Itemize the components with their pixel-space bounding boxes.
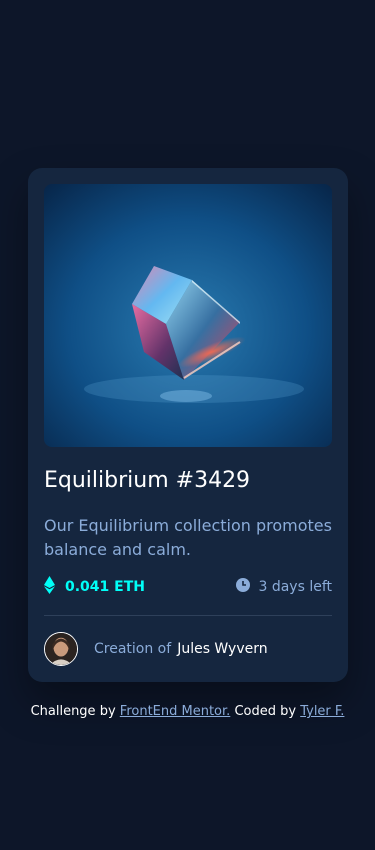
creator-label: Creation of: [94, 641, 172, 657]
frontend-mentor-link[interactable]: FrontEnd Mentor.: [120, 704, 231, 719]
attribution-prefix: Challenge by: [30, 704, 116, 719]
creator-name-link[interactable]: Jules Wyvern: [177, 641, 267, 657]
nft-image[interactable]: [44, 184, 332, 447]
ethereum-icon: [44, 576, 55, 598]
avatar: [44, 632, 78, 666]
nft-description: Our Equilibrium collection promotes bala…: [44, 516, 332, 559]
time-info: 3 days left: [236, 578, 332, 596]
divider: [44, 615, 332, 616]
clock-icon: [236, 578, 251, 596]
price-info: 0.041 ETH: [44, 576, 145, 598]
attribution: Challenge by FrontEnd Mentor. Coded by T…: [0, 704, 375, 719]
attribution-middle: Coded by: [234, 704, 297, 719]
author-link[interactable]: Tyler F.: [300, 704, 344, 719]
nft-card: Equilibrium #3429 Our Equilibrium collec…: [28, 168, 348, 682]
price-value: 0.041 ETH: [65, 579, 145, 595]
time-left: 3 days left: [258, 579, 332, 595]
nft-title[interactable]: Equilibrium #3429: [44, 468, 250, 493]
creator-info: Creation of Jules Wyvern: [44, 632, 268, 666]
